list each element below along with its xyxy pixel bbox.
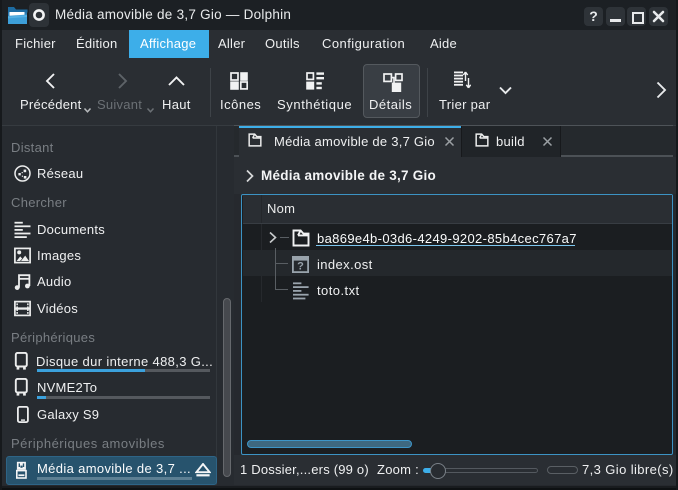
svg-text:?: ? bbox=[297, 260, 304, 272]
